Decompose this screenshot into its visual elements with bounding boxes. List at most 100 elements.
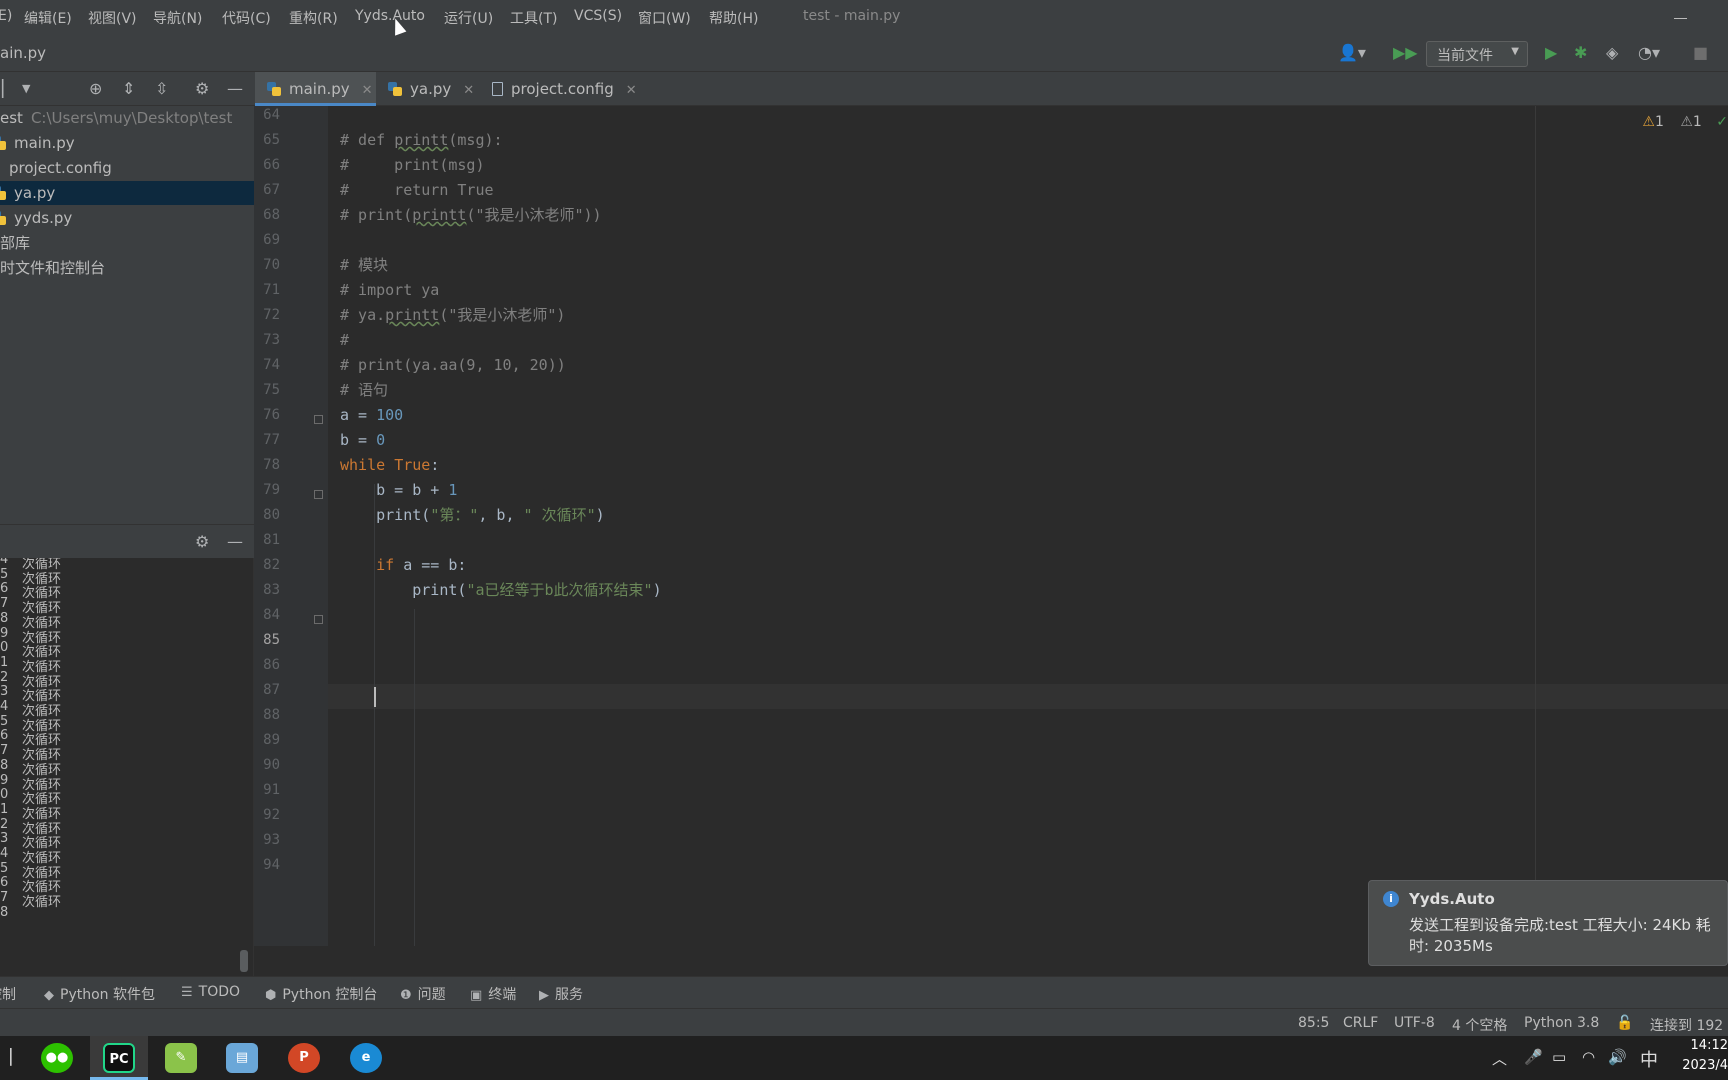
minimize-icon[interactable]	[1674, 8, 1688, 22]
tab-label: ya.py	[410, 80, 452, 98]
taskbar-app-notes[interactable]: ▤	[213, 1036, 271, 1080]
start-edge[interactable]: ▕	[0, 1048, 12, 1066]
tab-project-config[interactable]: project.config ✕	[480, 72, 650, 106]
run-configuration-select[interactable]: 当前文件 ▼	[1426, 41, 1528, 67]
tree-item-ya-py[interactable]: ya.py	[0, 181, 254, 205]
file-encoding[interactable]: UTF-8	[1394, 1015, 1435, 1031]
console-line: 7 次循环	[0, 743, 61, 763]
taskbar-app-powerpoint[interactable]: P	[275, 1036, 333, 1080]
tab-ya-py[interactable]: ya.py ✕	[376, 72, 480, 106]
stop-icon[interactable]: ■	[1693, 44, 1708, 62]
cursor-position[interactable]: 85:5	[1298, 1015, 1329, 1031]
gear-icon[interactable]: ⚙	[195, 532, 209, 551]
tab-label: main.py	[289, 80, 350, 98]
run-anything-icon[interactable]: ▶▶	[1393, 44, 1418, 62]
hide-icon[interactable]: —	[227, 79, 243, 98]
tab-python-console[interactable]: ⬢ Python 控制台	[265, 984, 377, 1004]
code-line: if a == b:	[376, 556, 467, 574]
breadcrumb[interactable]: ain.py	[0, 44, 46, 62]
collapse-all-icon[interactable]: ⇳	[155, 79, 168, 98]
chevron-down-icon: ▼	[1511, 46, 1519, 57]
clock[interactable]: 14:12 2023/4	[1670, 1036, 1728, 1080]
tree-item-label: 时文件和控制台	[0, 259, 106, 277]
notification-balloon[interactable]: i Yyds.Auto 发送工程到设备完成:test 工程大小: 24Kb 耗时…	[1368, 880, 1728, 966]
tab-version-control[interactable]: 控制	[0, 984, 16, 1004]
tab-services[interactable]: ▶ 服务	[539, 984, 583, 1004]
menu-view[interactable]: 视图(V)	[88, 8, 137, 28]
taskbar-app-wechat[interactable]: ●●	[28, 1036, 86, 1080]
close-icon[interactable]: ✕	[362, 83, 373, 98]
tree-item-project-config[interactable]: project.config	[0, 156, 254, 180]
taskbar-app-notepad[interactable]: ✎	[152, 1036, 210, 1080]
tree-item-root[interactable]: est C:\Users\muy\Desktop\test	[0, 106, 254, 130]
tree-item-external-libraries[interactable]: 部库	[0, 231, 254, 255]
close-icon[interactable]: ✕	[463, 83, 474, 98]
indent-setting[interactable]: 4 个空格	[1452, 1015, 1507, 1035]
tab-main-py[interactable]: main.py ✕	[255, 72, 376, 106]
gear-icon[interactable]: ⚙	[195, 79, 209, 98]
fold-marker-icon[interactable]	[314, 415, 323, 424]
menu-tools[interactable]: 工具(T)	[510, 8, 557, 28]
close-icon[interactable]: ✕	[626, 83, 637, 98]
menu-file[interactable]: E)	[0, 8, 12, 24]
code-editor[interactable]: # def printt(msg): # print(msg) # return T…	[328, 106, 1728, 946]
wifi-icon[interactable]: ◠	[1582, 1048, 1595, 1066]
menu-code[interactable]: 代码(C)	[222, 8, 271, 28]
hide-icon[interactable]: —	[227, 532, 243, 551]
console-line: 3 次循环	[0, 831, 61, 851]
microphone-icon[interactable]: 🎤	[1524, 1048, 1543, 1066]
menu-refactor[interactable]: 重构(R)	[289, 8, 338, 28]
tree-item-yyds-py[interactable]: yyds.py	[0, 206, 254, 230]
menu-run[interactable]: 运行(U)	[444, 8, 493, 28]
line-separator[interactable]: CRLF	[1343, 1015, 1378, 1031]
locate-icon[interactable]: ⊕	[89, 79, 102, 98]
ime-indicator[interactable]: 中	[1640, 1046, 1658, 1072]
inspection-widget[interactable]: ⚠1 ⚠1 ✓	[1642, 114, 1728, 130]
python-interpreter[interactable]: Python 3.8	[1524, 1015, 1599, 1031]
debug-icon[interactable]: ✱	[1574, 44, 1587, 62]
tab-problems[interactable]: ❶ 问题	[400, 984, 446, 1004]
code-line: #	[340, 331, 350, 349]
profile-icon[interactable]: ◔▾	[1638, 44, 1660, 62]
taskbar-app-edge[interactable]: e	[337, 1036, 395, 1080]
fold-marker-icon[interactable]	[314, 490, 323, 499]
line-number: 86	[263, 657, 280, 673]
menu-help[interactable]: 帮助(H)	[709, 8, 758, 28]
menu-navigate[interactable]: 导航(N)	[153, 8, 202, 28]
code-line: a = 100	[340, 406, 404, 424]
tray-chevron-up-icon[interactable]: ︿	[1492, 1048, 1507, 1069]
tool-window-tabs: 控制 ◆ Python 软件包 ☰ TODO ⬢ Python 控制台 ❶ 问题 ▣ 终端…	[0, 976, 1728, 1008]
menu-vcs[interactable]: VCS(S)	[574, 8, 622, 24]
user-icon[interactable]: 👤▾	[1338, 44, 1366, 62]
lock-icon[interactable]: 🔓	[1616, 1015, 1633, 1031]
console-scrollbar[interactable]	[240, 950, 248, 972]
menu-window[interactable]: 窗口(W)	[638, 8, 691, 28]
notification-title: Yyds.Auto	[1409, 890, 1495, 908]
chevron-down-icon[interactable]: ▼	[22, 82, 30, 95]
run-console[interactable]: 4 次循环 5 次循环 6 次循环 7 次循环 8 次循环 9 次循环 0 次循环 1 次循环 2 次循环 3 次循环…	[0, 558, 254, 976]
pycharm-icon: PC	[103, 1043, 135, 1073]
tree-item-main-py[interactable]: main.py	[0, 131, 254, 155]
console-line-number: 6	[0, 875, 8, 891]
tree-item-label: yyds.py	[14, 209, 73, 227]
expand-all-icon[interactable]: ⇕	[122, 79, 135, 98]
console-line: 2 次循环	[0, 817, 61, 837]
tab-todo[interactable]: ☰ TODO	[181, 984, 240, 1000]
run-icon[interactable]: ▶	[1545, 44, 1557, 62]
volume-icon[interactable]: 🔊	[1608, 1048, 1627, 1066]
tree-item-scratches[interactable]: 时文件和控制台	[0, 256, 254, 280]
tab-python-packages[interactable]: ◆ Python 软件包	[44, 984, 155, 1004]
battery-icon[interactable]: ▭	[1552, 1048, 1566, 1066]
line-number: 81	[263, 532, 280, 548]
project-dropdown-icon[interactable]: ▏	[2, 79, 14, 98]
line-number: 77	[263, 432, 280, 448]
coverage-icon[interactable]: ◈	[1606, 44, 1618, 62]
device-connection[interactable]: 连接到 192	[1650, 1015, 1723, 1035]
line-number: 92	[263, 807, 280, 823]
fold-marker-icon[interactable]	[314, 615, 323, 624]
editor-tab-bar: main.py ✕ ya.py ✕ project.config ✕	[254, 72, 1728, 106]
menu-edit[interactable]: 编辑(E)	[24, 8, 72, 28]
line-number: 76	[263, 407, 280, 423]
taskbar-app-pycharm[interactable]: PC	[90, 1036, 148, 1080]
tab-terminal[interactable]: ▣ 终端	[470, 984, 516, 1004]
